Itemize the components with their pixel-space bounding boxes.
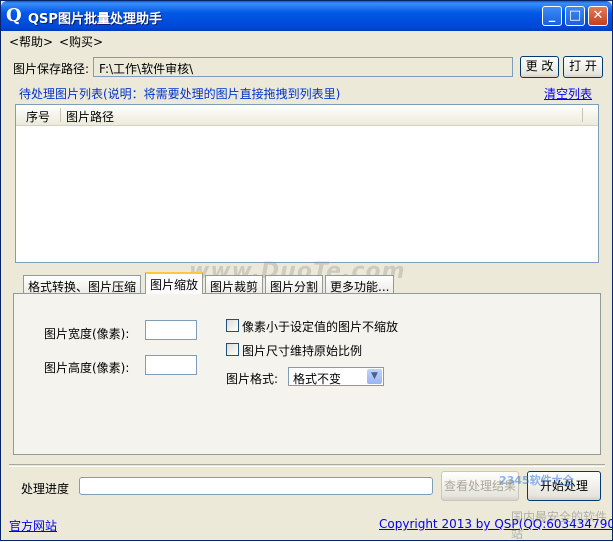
tab-more[interactable]: 更多功能... — [325, 275, 395, 294]
change-path-button[interactable]: 更 改 — [520, 56, 559, 78]
website-link[interactable]: 官方网站 — [9, 517, 57, 534]
no-scale-small-checkbox[interactable] — [226, 319, 239, 332]
maximize-icon: □ — [568, 8, 582, 23]
column-path[interactable]: 图片路径 — [66, 108, 114, 125]
progress-bar — [79, 477, 433, 495]
progress-label: 处理进度 — [21, 482, 70, 496]
save-path-field[interactable]: F:\工作\软件审核\ — [93, 57, 513, 77]
chevron-down-icon[interactable]: ▼ — [367, 369, 382, 384]
minimize-button[interactable]: _ — [542, 6, 562, 26]
image-list[interactable]: 序号 图片路径 — [15, 104, 599, 263]
menu-buy[interactable]: <购买> — [59, 33, 103, 50]
column-divider — [60, 108, 61, 122]
tab-format-convert[interactable]: 格式转换、图片压缩 — [23, 275, 142, 294]
width-input[interactable] — [145, 320, 197, 340]
keep-ratio-checkbox[interactable] — [226, 343, 239, 356]
watermark-safe: 国内最安全的软件站 — [511, 510, 608, 541]
format-label: 图片格式: — [226, 372, 279, 386]
title-bar[interactable]: Q QSP图片批量处理助手 _ □ ✕ — [1, 1, 612, 31]
close-icon: ✕ — [592, 8, 604, 23]
app-icon: Q — [6, 5, 22, 26]
format-select-value: 格式不变 — [293, 372, 342, 386]
column-index[interactable]: 序号 — [26, 108, 50, 125]
format-select[interactable]: 格式不变 ▼ — [288, 367, 384, 386]
height-label: 图片高度(像素): — [44, 361, 130, 375]
width-label: 图片宽度(像素): — [44, 327, 130, 341]
window-title: QSP图片批量处理助手 — [28, 12, 162, 27]
watermark-2345: 2345软件大全 — [499, 474, 574, 487]
clear-list-link[interactable]: 清空列表 — [544, 85, 592, 102]
keep-ratio-label: 图片尺寸维持原始比例 — [242, 344, 363, 358]
no-scale-small-label: 像素小于设定值的图片不缩放 — [242, 320, 399, 334]
app-window: Q QSP图片批量处理助手 _ □ ✕ <帮助> <购买> 图片保存路径: F:… — [0, 0, 613, 541]
list-caption: 待处理图片列表(说明：将需要处理的图片直接拖拽到列表里) — [19, 87, 341, 101]
column-divider — [582, 108, 583, 122]
menu-help[interactable]: <帮助> — [9, 33, 53, 50]
menu-bar: <帮助> <购买> — [1, 31, 612, 49]
save-path-label: 图片保存路径: — [13, 62, 90, 76]
maximize-button[interactable]: □ — [565, 6, 585, 26]
minimize-icon: _ — [548, 8, 556, 23]
close-button[interactable]: ✕ — [588, 6, 608, 26]
tab-crop[interactable]: 图片裁剪 — [205, 275, 264, 294]
tab-resize[interactable]: 图片缩放 — [145, 272, 204, 294]
height-input[interactable] — [145, 355, 197, 375]
separator — [9, 464, 605, 467]
tab-split[interactable]: 图片分割 — [265, 275, 324, 294]
open-path-button[interactable]: 打 开 — [563, 56, 603, 78]
list-header: 序号 图片路径 — [16, 105, 598, 126]
